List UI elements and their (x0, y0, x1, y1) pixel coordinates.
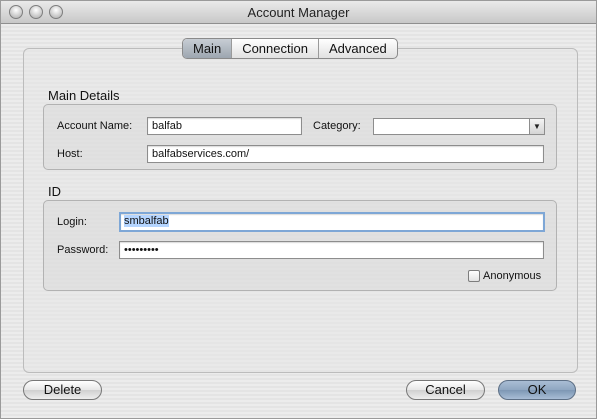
anonymous-checkbox[interactable] (468, 270, 480, 282)
tab-connection[interactable]: Connection (232, 39, 319, 58)
cancel-button[interactable]: Cancel (406, 380, 485, 400)
account-name-label: Account Name: (57, 120, 133, 132)
anonymous-label[interactable]: Anonymous (483, 270, 541, 282)
login-field-value: smbalfab (124, 215, 169, 227)
password-field[interactable]: ••••••••• (119, 241, 544, 259)
category-select[interactable]: ▼ (373, 118, 545, 135)
host-label: Host: (57, 148, 83, 160)
category-label: Category: (313, 120, 361, 132)
account-name-field[interactable]: balfab (147, 117, 302, 135)
tab-advanced[interactable]: Advanced (319, 39, 397, 58)
login-field[interactable]: smbalfab (119, 212, 545, 232)
password-label: Password: (57, 244, 109, 256)
window-title: Account Manager (247, 5, 350, 20)
chevron-down-icon[interactable]: ▼ (529, 119, 544, 134)
host-field[interactable]: balfabservices.com/ (147, 145, 544, 163)
delete-button[interactable]: Delete (23, 380, 102, 400)
tab-bar: Main Connection Advanced (182, 38, 398, 59)
account-manager-window: Account Manager Main Connection Advanced… (0, 0, 597, 419)
id-heading: ID (48, 184, 61, 199)
title-bar[interactable]: Account Manager (1, 1, 596, 24)
ok-button[interactable]: OK (498, 380, 576, 400)
main-details-heading: Main Details (48, 88, 120, 103)
login-label: Login: (57, 216, 87, 228)
tab-main[interactable]: Main (183, 39, 233, 58)
